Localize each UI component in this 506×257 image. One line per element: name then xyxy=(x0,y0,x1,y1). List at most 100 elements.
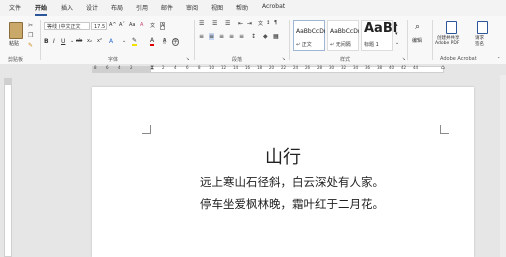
style-heading-1[interactable]: AaBl 标题 1 xyxy=(361,20,397,51)
chinese-layout-icon[interactable]: 文 xyxy=(258,20,263,27)
document-title[interactable]: 山行 xyxy=(92,143,474,169)
char-shading-icon[interactable]: A xyxy=(163,38,167,44)
sort-icon[interactable]: ↕ xyxy=(266,20,270,26)
tab-home[interactable]: 开始 xyxy=(35,3,48,16)
indent-marker-icon[interactable]: ⧗ xyxy=(150,64,154,72)
increase-indent-icon[interactable]: ⇥ xyxy=(247,20,252,27)
underline-icon[interactable]: U xyxy=(61,38,65,45)
bullets-icon[interactable]: ☰ xyxy=(199,20,204,27)
ruler-number: 40 xyxy=(389,65,395,70)
tab-view[interactable]: 视图 xyxy=(211,3,223,12)
line-spacing-icon[interactable]: ↕ xyxy=(251,33,256,40)
divider xyxy=(432,20,433,60)
shading-icon[interactable]: ◆ xyxy=(263,33,268,40)
styles-group-label: 样式 xyxy=(340,57,351,63)
text-effects-icon[interactable]: A xyxy=(109,38,113,45)
document-page[interactable]: 山行 远上寒山石径斜，白云深处有人家。 停车坐爱枫林晚，霜叶红于二月花。 xyxy=(92,87,474,257)
ruler-number: 14 xyxy=(233,65,239,70)
font-size-select[interactable]: 17.5 xyxy=(91,22,107,30)
align-right-icon[interactable]: ≡ xyxy=(219,33,224,40)
horizontal-ruler[interactable]: 8 6 4 2 ⧗ 2 4 6 8 10 12 14 16 18 20 22 2… xyxy=(0,64,506,75)
style-no-spacing[interactable]: AaBbCcDı ↵ 无间隔 xyxy=(327,20,359,51)
create-share-pdf-button[interactable]: 创建并共享 Adobe PDF xyxy=(435,20,469,52)
divider xyxy=(194,20,195,60)
style-preview: AaBbCcDı xyxy=(330,28,360,35)
clipboard-icon xyxy=(9,22,23,39)
vertical-ruler[interactable] xyxy=(4,78,12,257)
ribbon-tabs: 文件 开始 插入 设计 布局 引用 邮件 审阅 视图 帮助 Acrobat xyxy=(0,0,506,16)
format-painter-icon[interactable]: ✎ xyxy=(28,42,33,49)
style-normal[interactable]: AaBbCcDı ↵ 正文 xyxy=(293,20,325,51)
ruler-number: 12 xyxy=(221,65,227,70)
char-border-icon[interactable]: A xyxy=(160,22,166,30)
vertical-scrollbar[interactable] xyxy=(500,75,506,257)
divider xyxy=(40,20,41,60)
poem-line[interactable]: 停车坐爱枫林晚，霜叶红于二月花。 xyxy=(200,196,384,212)
decrease-indent-icon[interactable]: ⇤ xyxy=(238,20,243,27)
shrink-font-icon[interactable]: Aˇ xyxy=(119,22,125,28)
tab-insert[interactable]: 插入 xyxy=(61,3,73,12)
effects-dropdown-icon[interactable]: ⌄ xyxy=(122,38,126,44)
magnifier-icon: ⌕ xyxy=(415,22,421,32)
show-marks-icon[interactable]: ¶ xyxy=(274,20,277,26)
justify-icon[interactable]: ≡ xyxy=(229,33,234,40)
tab-file[interactable]: 文件 xyxy=(9,3,21,12)
paragraph-dialog-launcher-icon[interactable]: ↘ xyxy=(282,56,285,61)
styles-scroll-up-icon[interactable]: ▴ xyxy=(395,22,398,28)
font-group-label: 字体 xyxy=(108,57,119,63)
paste-button[interactable]: 粘贴 xyxy=(6,20,26,50)
highlight-icon[interactable]: ✎ xyxy=(132,38,138,46)
tab-layout[interactable]: 布局 xyxy=(111,3,123,12)
pdf-icon xyxy=(446,21,457,34)
bold-icon[interactable]: B xyxy=(44,38,49,45)
font-name-select[interactable]: 等线 (中文正文 xyxy=(44,22,90,30)
change-case-icon[interactable]: Aa xyxy=(129,22,135,28)
align-center-icon[interactable]: ≡ xyxy=(209,33,215,40)
tab-mailings[interactable]: 邮件 xyxy=(161,3,173,12)
style-preview: AaBbCcDı xyxy=(296,28,326,35)
poem-line[interactable]: 远上寒山石径斜，白云深处有人家。 xyxy=(200,174,384,190)
italic-icon[interactable]: I xyxy=(53,38,55,45)
ruler-number: 4 xyxy=(174,65,177,70)
cut-icon[interactable]: ✂ xyxy=(28,22,33,29)
ruler-number: 20 xyxy=(269,65,275,70)
borders-icon[interactable]: ▦ xyxy=(273,33,279,40)
tab-design[interactable]: 设计 xyxy=(86,3,98,12)
styles-more-icon[interactable]: ⌄ xyxy=(395,40,399,46)
editing-button[interactable]: ⌕ 编辑 xyxy=(410,20,430,52)
tab-acrobat[interactable]: Acrobat xyxy=(262,3,285,10)
ruler-number: 6 xyxy=(106,65,109,70)
underline-dropdown-icon[interactable]: ⌄ xyxy=(70,38,74,44)
multilevel-list-icon[interactable]: ☰ xyxy=(225,20,230,27)
ruler-number: 28 xyxy=(317,65,323,70)
styles-dialog-launcher-icon[interactable]: ↘ xyxy=(402,56,405,61)
styles-scroll-down-icon[interactable]: ▾ xyxy=(395,31,398,37)
font-dialog-launcher-icon[interactable]: ↘ xyxy=(186,56,189,61)
ruler-number: 10 xyxy=(209,65,215,70)
ruler-number: 8 xyxy=(94,65,97,70)
ruler-number: 4 xyxy=(118,65,121,70)
tab-review[interactable]: 审阅 xyxy=(186,3,198,12)
grow-font-icon[interactable]: A^ xyxy=(109,22,117,28)
strikethrough-icon[interactable]: ab xyxy=(76,38,82,44)
tab-help[interactable]: 帮助 xyxy=(236,3,248,12)
superscript-icon[interactable]: x² xyxy=(97,38,102,44)
divider xyxy=(407,20,408,60)
collapse-ribbon-icon[interactable]: ⌃ xyxy=(497,56,500,61)
ruler-number: 24 xyxy=(293,65,299,70)
tab-references[interactable]: 引用 xyxy=(136,3,148,12)
phonetic-icon[interactable]: 文 xyxy=(150,22,155,29)
subscript-icon[interactable]: x₂ xyxy=(87,38,92,44)
right-indent-marker-icon[interactable]: ⌂ xyxy=(441,64,445,71)
numbering-icon[interactable]: ☰ xyxy=(212,20,217,27)
style-name: ↵ 无间隔 xyxy=(330,42,351,48)
distribute-icon[interactable]: ≡ xyxy=(239,33,244,40)
font-color-icon[interactable]: A xyxy=(150,38,155,46)
ribbon: 粘贴 ✂ ❐ ✎ 剪贴板 等线 (中文正文 17.5 A^ Aˇ Aa A 文 … xyxy=(0,16,506,65)
clear-format-icon[interactable]: A xyxy=(140,22,143,28)
request-sign-button[interactable]: 请求 签名 xyxy=(471,20,495,52)
copy-icon[interactable]: ❐ xyxy=(28,32,33,39)
ruler-number: 34 xyxy=(353,65,359,70)
align-left-icon[interactable]: ≡ xyxy=(199,33,204,40)
enclose-char-icon[interactable]: 字 xyxy=(172,38,180,46)
